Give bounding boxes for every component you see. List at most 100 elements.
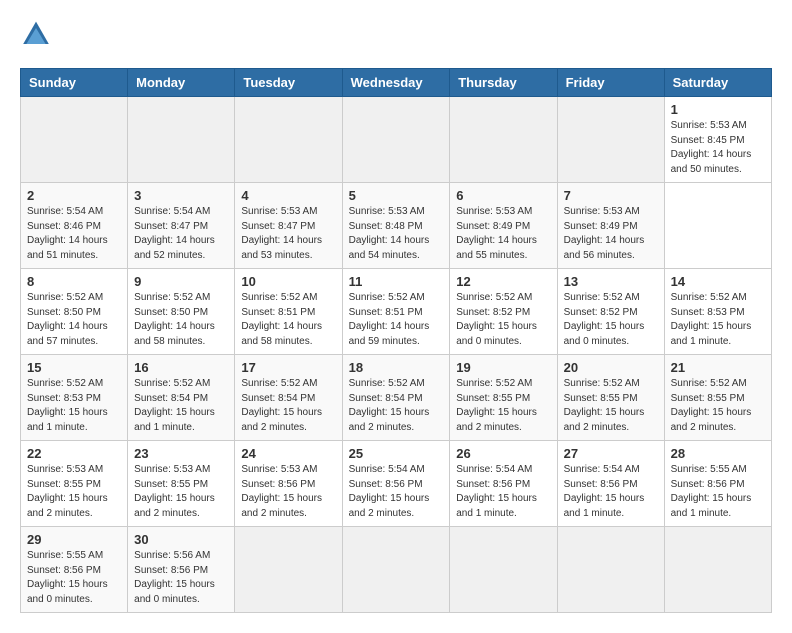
- day-number: 16: [134, 360, 228, 375]
- day-info: Sunrise: 5:52 AMSunset: 8:53 PMDaylight:…: [27, 377, 121, 435]
- calendar-cell: 20 Sunrise: 5:52 AMSunset: 8:55 PMDayligh…: [557, 355, 664, 441]
- day-info: Sunrise: 5:54 AMSunset: 8:56 PMDaylight:…: [564, 463, 658, 521]
- calendar-week-row: 1Sunrise: 5:53 AMSunset: 8:45 PMDaylight…: [21, 97, 772, 183]
- calendar-cell: 6Sunrise: 5:53 AMSunset: 8:49 PMDaylight…: [450, 183, 557, 269]
- calendar-cell-empty: [128, 97, 235, 183]
- calendar-cell: 2 Sunrise: 5:54 AMSunset: 8:46 PMDaylight…: [21, 183, 128, 269]
- calendar-cell-empty: [235, 97, 342, 183]
- day-number: 11: [349, 274, 444, 289]
- calendar-header-row: SundayMondayTuesdayWednesdayThursdayFrid…: [21, 69, 772, 97]
- day-number: 26: [456, 446, 550, 461]
- calendar-cell: 11 Sunrise: 5:52 AMSunset: 8:51 PMDayligh…: [342, 269, 450, 355]
- day-number: 29: [27, 532, 121, 547]
- day-number: 22: [27, 446, 121, 461]
- calendar-cell: 1Sunrise: 5:53 AMSunset: 8:45 PMDaylight…: [664, 97, 771, 183]
- logo-icon: [20, 20, 52, 52]
- calendar-cell: 3 Sunrise: 5:54 AMSunset: 8:47 PMDaylight…: [128, 183, 235, 269]
- day-info: Sunrise: 5:55 AMSunset: 8:56 PMDaylight:…: [671, 463, 765, 521]
- day-number: 3: [134, 188, 228, 203]
- calendar-cell: 25Sunrise: 5:54 AMSunset: 8:56 PMDayligh…: [342, 441, 450, 527]
- day-of-week-header: Saturday: [664, 69, 771, 97]
- day-info: Sunrise: 5:52 AMSunset: 8:50 PMDaylight:…: [134, 291, 228, 349]
- day-number: 24: [241, 446, 335, 461]
- day-info: Sunrise: 5:53 AMSunset: 8:55 PMDaylight:…: [27, 463, 121, 521]
- calendar-cell: 17 Sunrise: 5:52 AMSunset: 8:54 PMDayligh…: [235, 355, 342, 441]
- day-info: Sunrise: 5:56 AMSunset: 8:56 PMDaylight:…: [134, 549, 228, 607]
- calendar-week-row: 29 Sunrise: 5:55 AMSunset: 8:56 PMDayligh…: [21, 527, 772, 613]
- day-number: 17: [241, 360, 335, 375]
- calendar-cell: 26 Sunrise: 5:54 AMSunset: 8:56 PMDayligh…: [450, 441, 557, 527]
- calendar-week-row: 8 Sunrise: 5:52 AMSunset: 8:50 PMDaylight…: [21, 269, 772, 355]
- day-number: 20: [564, 360, 658, 375]
- calendar-cell: 22 Sunrise: 5:53 AMSunset: 8:55 PMDayligh…: [21, 441, 128, 527]
- calendar-week-row: 15 Sunrise: 5:52 AMSunset: 8:53 PMDayligh…: [21, 355, 772, 441]
- calendar-cell: [664, 527, 771, 613]
- day-info: Sunrise: 5:52 AMSunset: 8:54 PMDaylight:…: [134, 377, 228, 435]
- calendar-cell-empty: [557, 97, 664, 183]
- day-info: Sunrise: 5:52 AMSunset: 8:54 PMDaylight:…: [241, 377, 335, 435]
- day-of-week-header: Thursday: [450, 69, 557, 97]
- day-of-week-header: Friday: [557, 69, 664, 97]
- logo: [20, 20, 56, 52]
- day-number: 27: [564, 446, 658, 461]
- day-number: 30: [134, 532, 228, 547]
- calendar-cell: 16 Sunrise: 5:52 AMSunset: 8:54 PMDayligh…: [128, 355, 235, 441]
- calendar-cell-empty: [342, 97, 450, 183]
- calendar-cell-empty: [21, 97, 128, 183]
- day-number: 15: [27, 360, 121, 375]
- day-info: Sunrise: 5:54 AMSunset: 8:56 PMDaylight:…: [456, 463, 550, 521]
- calendar-cell: 14 Sunrise: 5:52 AMSunset: 8:53 PMDayligh…: [664, 269, 771, 355]
- day-number: 13: [564, 274, 658, 289]
- day-info: Sunrise: 5:53 AMSunset: 8:49 PMDaylight:…: [564, 205, 658, 263]
- day-number: 4: [241, 188, 335, 203]
- day-info: Sunrise: 5:54 AMSunset: 8:47 PMDaylight:…: [134, 205, 228, 263]
- day-number: 14: [671, 274, 765, 289]
- calendar-cell: 5Sunrise: 5:53 AMSunset: 8:48 PMDaylight…: [342, 183, 450, 269]
- day-of-week-header: Sunday: [21, 69, 128, 97]
- day-info: Sunrise: 5:53 AMSunset: 8:47 PMDaylight:…: [241, 205, 335, 263]
- calendar-cell: 9Sunrise: 5:52 AMSunset: 8:50 PMDaylight…: [128, 269, 235, 355]
- calendar-cell: 30 Sunrise: 5:56 AMSunset: 8:56 PMDayligh…: [128, 527, 235, 613]
- day-info: Sunrise: 5:52 AMSunset: 8:53 PMDaylight:…: [671, 291, 765, 349]
- calendar-cell: 27 Sunrise: 5:54 AMSunset: 8:56 PMDayligh…: [557, 441, 664, 527]
- day-number: 5: [349, 188, 444, 203]
- day-info: Sunrise: 5:52 AMSunset: 8:51 PMDaylight:…: [349, 291, 444, 349]
- calendar-cell: 13Sunrise: 5:52 AMSunset: 8:52 PMDayligh…: [557, 269, 664, 355]
- day-number: 1: [671, 102, 765, 117]
- calendar-cell: 19 Sunrise: 5:52 AMSunset: 8:55 PMDayligh…: [450, 355, 557, 441]
- day-info: Sunrise: 5:52 AMSunset: 8:55 PMDaylight:…: [564, 377, 658, 435]
- calendar-cell: [235, 527, 342, 613]
- calendar-cell: 29 Sunrise: 5:55 AMSunset: 8:56 PMDayligh…: [21, 527, 128, 613]
- day-number: 25: [349, 446, 444, 461]
- day-number: 21: [671, 360, 765, 375]
- day-number: 19: [456, 360, 550, 375]
- day-info: Sunrise: 5:52 AMSunset: 8:55 PMDaylight:…: [456, 377, 550, 435]
- day-number: 12: [456, 274, 550, 289]
- page-header: [20, 20, 772, 52]
- calendar-table: SundayMondayTuesdayWednesdayThursdayFrid…: [20, 68, 772, 613]
- day-number: 2: [27, 188, 121, 203]
- day-number: 6: [456, 188, 550, 203]
- day-info: Sunrise: 5:52 AMSunset: 8:51 PMDaylight:…: [241, 291, 335, 349]
- calendar-cell: 15 Sunrise: 5:52 AMSunset: 8:53 PMDayligh…: [21, 355, 128, 441]
- day-info: Sunrise: 5:52 AMSunset: 8:55 PMDaylight:…: [671, 377, 765, 435]
- day-info: Sunrise: 5:52 AMSunset: 8:50 PMDaylight:…: [27, 291, 121, 349]
- day-number: 23: [134, 446, 228, 461]
- calendar-cell: 10Sunrise: 5:52 AMSunset: 8:51 PMDayligh…: [235, 269, 342, 355]
- day-number: 28: [671, 446, 765, 461]
- calendar-cell: 24Sunrise: 5:53 AMSunset: 8:56 PMDayligh…: [235, 441, 342, 527]
- day-number: 8: [27, 274, 121, 289]
- calendar-cell: 21 Sunrise: 5:52 AMSunset: 8:55 PMDayligh…: [664, 355, 771, 441]
- calendar-cell: 4 Sunrise: 5:53 AMSunset: 8:47 PMDaylight…: [235, 183, 342, 269]
- day-info: Sunrise: 5:52 AMSunset: 8:54 PMDaylight:…: [349, 377, 444, 435]
- calendar-cell: [557, 527, 664, 613]
- calendar-week-row: 2 Sunrise: 5:54 AMSunset: 8:46 PMDaylight…: [21, 183, 772, 269]
- day-of-week-header: Monday: [128, 69, 235, 97]
- day-info: Sunrise: 5:54 AMSunset: 8:46 PMDaylight:…: [27, 205, 121, 263]
- day-info: Sunrise: 5:52 AMSunset: 8:52 PMDaylight:…: [456, 291, 550, 349]
- day-info: Sunrise: 5:55 AMSunset: 8:56 PMDaylight:…: [27, 549, 121, 607]
- day-number: 7: [564, 188, 658, 203]
- calendar-cell: [450, 527, 557, 613]
- calendar-cell: 12 Sunrise: 5:52 AMSunset: 8:52 PMDayligh…: [450, 269, 557, 355]
- calendar-cell: 7 Sunrise: 5:53 AMSunset: 8:49 PMDaylight…: [557, 183, 664, 269]
